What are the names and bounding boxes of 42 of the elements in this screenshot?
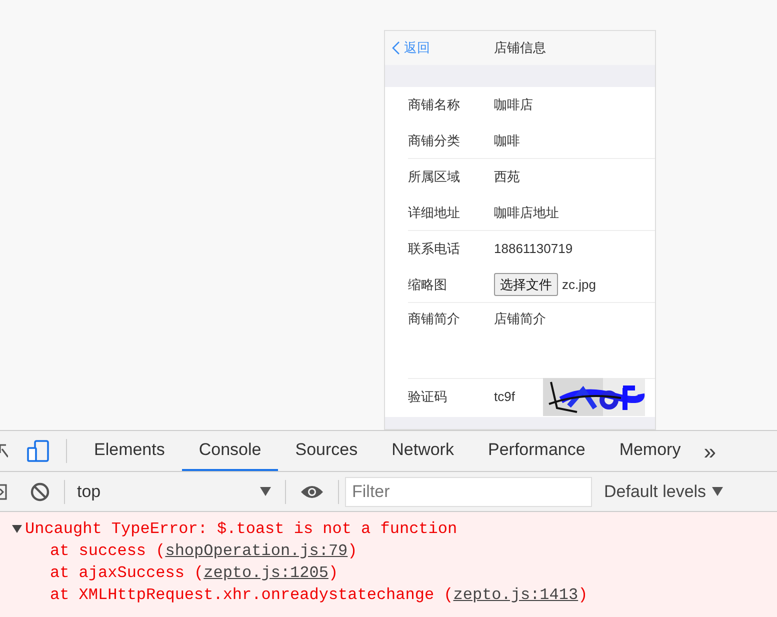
dropdown-icon: [712, 487, 724, 496]
error-text: Uncaught TypeError: $.toast is not a function: [25, 519, 458, 540]
filter-field[interactable]: Filter: [345, 476, 592, 506]
field-label: 缩略图: [408, 276, 448, 294]
field-value[interactable]: 西苑: [494, 167, 520, 187]
field-label: 详细地址: [408, 204, 461, 222]
sidebar-toggle-icon[interactable]: [0, 482, 8, 502]
devtools-tab[interactable]: Elements: [77, 431, 182, 471]
field-label: 商铺分类: [408, 132, 461, 150]
intro-textarea[interactable]: 店铺简介: [494, 309, 644, 369]
field-value[interactable]: 咖啡店: [494, 95, 533, 115]
expand-icon[interactable]: [11, 524, 23, 534]
context-select[interactable]: top: [77, 478, 273, 504]
devtools-tab[interactable]: Network: [374, 431, 471, 471]
field-label: 所属区域: [408, 168, 461, 186]
clear-console-icon[interactable]: [30, 482, 50, 502]
levels-select[interactable]: Default levels: [604, 478, 724, 504]
source-link[interactable]: shopOperation.js:79: [165, 542, 348, 560]
source-link[interactable]: zepto.js:1413: [453, 586, 578, 604]
field-value[interactable]: 18861130719: [494, 239, 573, 259]
captcha-input[interactable]: tc9f: [494, 387, 515, 407]
back-icon: [392, 41, 400, 55]
device-toolbar-icon[interactable]: [26, 439, 50, 463]
dropdown-icon: [260, 487, 271, 496]
field-label: 商铺简介: [408, 310, 461, 328]
field-label: 验证码: [408, 388, 448, 406]
more-tabs-button[interactable]: »: [704, 434, 716, 468]
source-link[interactable]: zepto.js:1205: [204, 564, 328, 582]
devtools-tab[interactable]: Sources: [278, 431, 375, 471]
choose-file-button[interactable]: 选择文件: [494, 272, 558, 296]
field-label: 联系电话: [408, 240, 461, 258]
page-title: 店铺信息: [494, 39, 546, 58]
field-label: 商铺名称: [408, 96, 461, 114]
eye-icon[interactable]: [300, 484, 324, 500]
stack-line: at XMLHttpRequest.xhr.onreadystatechange (zepto.js:1413): [49, 585, 589, 606]
devtools-tab[interactable]: Performance: [470, 431, 602, 471]
file-name: zc.jpg: [562, 276, 596, 294]
devtools-tab[interactable]: Memory: [602, 431, 698, 471]
field-value[interactable]: 咖啡店地址: [494, 202, 559, 222]
field-value[interactable]: 咖啡: [494, 130, 520, 150]
stack-line: at success (shopOperation.js:79): [49, 541, 358, 562]
stack-line: at ajaxSuccess (zepto.js:1205): [49, 563, 340, 584]
